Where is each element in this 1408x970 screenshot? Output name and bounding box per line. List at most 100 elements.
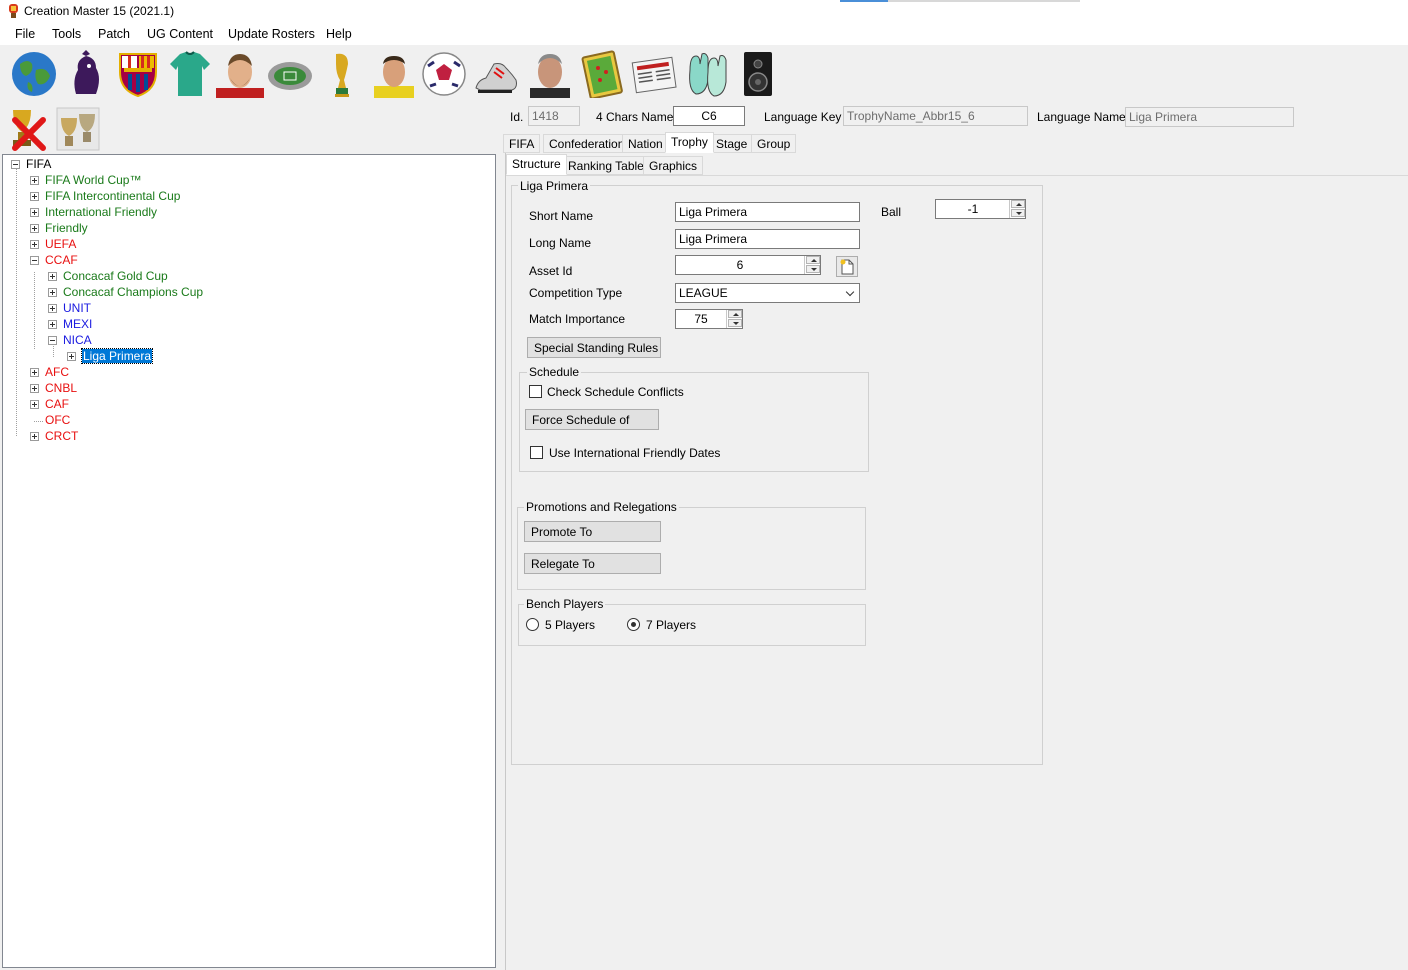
- clone-trophy-icon[interactable]: [55, 106, 101, 152]
- expand-box[interactable]: [30, 192, 39, 201]
- collapse-box[interactable]: [48, 336, 57, 345]
- competition-tree[interactable]: FIFA FIFA World Cup™ FIFA Intercontinent…: [2, 154, 496, 968]
- formation-board-icon[interactable]: [578, 50, 626, 98]
- tab-ranking-table[interactable]: Ranking Table: [562, 156, 650, 175]
- language-key-field: TrophyName_Abbr15_6: [843, 106, 1028, 126]
- spin-down-icon[interactable]: [728, 319, 742, 327]
- tab-stage[interactable]: Stage: [710, 134, 754, 153]
- sub-tabs: Structure Ranking Table Graphics: [506, 154, 1408, 176]
- expand-box[interactable]: [67, 352, 76, 361]
- expand-box[interactable]: [48, 320, 57, 329]
- special-standing-rules-button[interactable]: Special Standing Rules: [527, 337, 661, 358]
- main-tabs: FIFA Confederation Nation Trophy Stage G…: [501, 132, 1408, 154]
- chars-name-label: 4 Chars Name: [596, 110, 674, 124]
- menu-tools[interactable]: Tools: [52, 27, 81, 41]
- expand-box[interactable]: [30, 240, 39, 249]
- check-conflicts-checkbox[interactable]: [529, 385, 542, 398]
- tab-confederation[interactable]: Confederation: [543, 134, 631, 153]
- spin-up-icon[interactable]: [1011, 200, 1025, 208]
- collapse-box[interactable]: [30, 256, 39, 265]
- promotions-groupbox: [517, 507, 866, 590]
- match-importance-label: Match Importance: [529, 312, 626, 326]
- expand-box[interactable]: [30, 432, 39, 441]
- tab-graphics[interactable]: Graphics: [643, 156, 704, 175]
- referee-icon[interactable]: [370, 50, 418, 98]
- tree-connector: [53, 344, 54, 357]
- player-face-icon[interactable]: [216, 50, 264, 98]
- intl-dates-label: Use International Friendly Dates: [549, 446, 721, 460]
- menu-patch[interactable]: Patch: [98, 27, 130, 41]
- expand-box[interactable]: [30, 384, 39, 393]
- title-bar: Creation Master 15 (2021.1): [0, 0, 1408, 23]
- ball-stepper[interactable]: -1: [935, 199, 1026, 219]
- short-name-input[interactable]: Liga Primera: [675, 202, 860, 222]
- asset-id-stepper[interactable]: 6: [675, 255, 821, 275]
- menu-file[interactable]: File: [15, 27, 35, 41]
- tree-connector: [34, 421, 43, 422]
- delete-trophy-icon[interactable]: [5, 106, 49, 152]
- jersey-icon[interactable]: [166, 50, 214, 98]
- tab-trophy[interactable]: Trophy: [665, 132, 714, 153]
- id-field: 1418: [528, 106, 580, 126]
- panel-border: [505, 153, 506, 970]
- app-icon: [9, 4, 18, 18]
- promotions-title: Promotions and Relegations: [524, 500, 679, 514]
- world-cup-trophy-icon[interactable]: [318, 50, 366, 98]
- expand-box[interactable]: [48, 272, 57, 281]
- expand-box[interactable]: [30, 176, 39, 185]
- five-players-radio[interactable]: [526, 618, 539, 631]
- relegate-to-button[interactable]: Relegate To: [524, 553, 661, 574]
- chars-name-field[interactable]: C6: [673, 106, 745, 126]
- competition-type-select[interactable]: LEAGUE: [675, 283, 860, 303]
- expand-box[interactable]: [30, 400, 39, 409]
- spin-up-icon[interactable]: [728, 310, 742, 318]
- globe-icon[interactable]: [10, 50, 58, 98]
- chevron-down-icon: [845, 287, 855, 297]
- tab-group[interactable]: Group: [751, 134, 797, 153]
- intl-dates-checkbox[interactable]: [530, 446, 543, 459]
- language-name-label: Language Name: [1037, 110, 1126, 124]
- expand-box[interactable]: [48, 304, 57, 313]
- asset-id-label: Asset Id: [529, 264, 573, 278]
- tab-nation[interactable]: Nation: [622, 134, 669, 153]
- spin-up-icon[interactable]: [806, 256, 820, 264]
- spin-down-icon[interactable]: [806, 265, 820, 273]
- menu-ug-content[interactable]: UG Content: [147, 27, 213, 41]
- collapse-box[interactable]: [11, 160, 20, 169]
- language-key-label: Language Key: [764, 110, 842, 124]
- five-players-label: 5 Players: [545, 618, 596, 632]
- manager-face-icon[interactable]: [526, 50, 574, 98]
- ball-label: Ball: [881, 205, 902, 219]
- seven-players-radio[interactable]: [627, 618, 640, 631]
- long-name-input[interactable]: Liga Primera: [675, 229, 860, 249]
- check-conflicts-label: Check Schedule Conflicts: [547, 385, 684, 399]
- expand-box[interactable]: [30, 368, 39, 377]
- match-importance-stepper[interactable]: 75: [675, 309, 743, 329]
- tab-fifa[interactable]: FIFA: [503, 134, 541, 153]
- tab-structure[interactable]: Structure: [506, 154, 567, 175]
- spin-down-icon[interactable]: [1011, 209, 1025, 217]
- ball-icon[interactable]: [420, 50, 468, 98]
- promote-to-button[interactable]: Promote To: [524, 521, 661, 542]
- premier-league-icon[interactable]: [62, 50, 110, 98]
- expand-box[interactable]: [48, 288, 57, 297]
- menu-update-rosters[interactable]: Update Rosters: [228, 27, 315, 41]
- asset-browse-button[interactable]: [836, 256, 858, 277]
- long-name-label: Long Name: [529, 236, 592, 250]
- menu-help[interactable]: Help: [326, 27, 352, 41]
- competition-type-label: Competition Type: [529, 286, 623, 300]
- speaker-icon[interactable]: [734, 50, 782, 98]
- force-schedule-button[interactable]: Force Schedule of: [525, 409, 659, 430]
- boot-icon[interactable]: [472, 50, 520, 98]
- panel-splitter[interactable]: [497, 102, 505, 970]
- barcelona-crest-icon[interactable]: [114, 50, 162, 98]
- goalkeeper-gloves-icon[interactable]: [682, 50, 730, 98]
- bench-title: Bench Players: [524, 597, 606, 611]
- schedule-title: Schedule: [527, 365, 582, 379]
- short-name-label: Short Name: [529, 209, 594, 223]
- tree-connector: [34, 272, 35, 349]
- expand-box[interactable]: [30, 208, 39, 217]
- expand-box[interactable]: [30, 224, 39, 233]
- stadium-icon[interactable]: [266, 50, 314, 98]
- newspaper-icon[interactable]: [630, 50, 678, 98]
